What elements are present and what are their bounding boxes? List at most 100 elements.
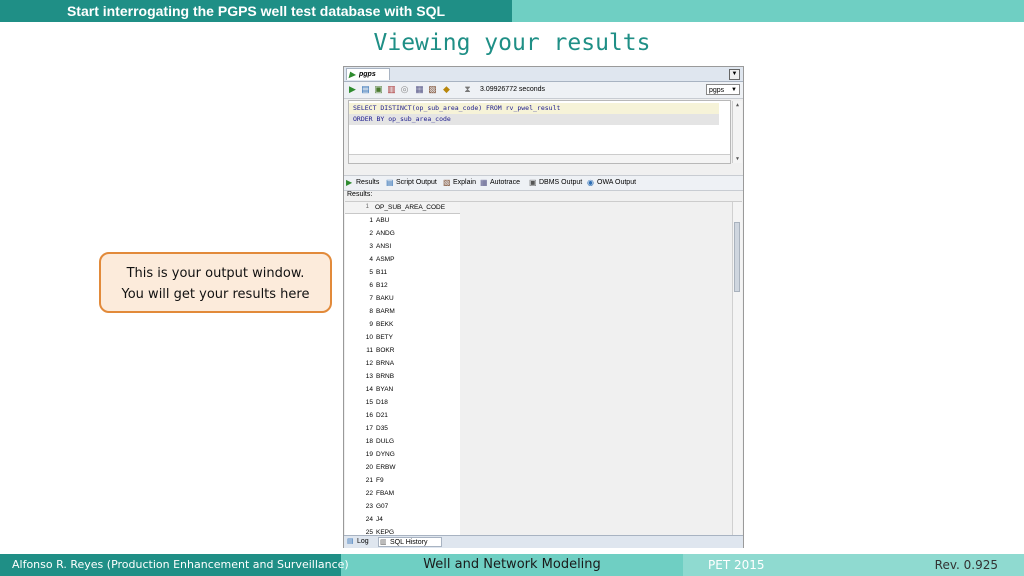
cell-op-sub-area-code[interactable]: BEKK (376, 318, 393, 331)
cell-op-sub-area-code[interactable]: BAKU (376, 292, 394, 305)
tab-results[interactable]: ▶ Results (346, 177, 379, 189)
table-row[interactable]: 9 BEKK (345, 318, 460, 331)
table-row[interactable]: 5 B11 (345, 266, 460, 279)
table-row[interactable]: 20 ERBW (345, 461, 460, 474)
cell-op-sub-area-code[interactable]: BRNA (376, 357, 394, 370)
table-row[interactable]: 23 G07 (345, 500, 460, 513)
tab-menu-button[interactable]: ▼ (729, 69, 740, 80)
cell-op-sub-area-code[interactable]: D21 (376, 409, 388, 422)
cell-op-sub-area-code[interactable]: FBAM (376, 487, 394, 500)
footer-author: Alfonso R. Reyes (Production Enhancement… (12, 558, 349, 571)
cancel-icon[interactable]: ◎ (399, 84, 410, 95)
connection-select[interactable]: pgps ▼ (706, 84, 740, 95)
table-row[interactable]: 22 FBAM (345, 487, 460, 500)
table-row[interactable]: 3 ANSI (345, 240, 460, 253)
cell-op-sub-area-code[interactable]: BETY (376, 331, 393, 344)
connection-value: pgps (709, 87, 725, 94)
row-number: 1 (369, 217, 373, 224)
tab-sql-history[interactable]: ▥ SQL History (378, 537, 442, 547)
tab-log[interactable]: ▤ Log (346, 537, 376, 547)
sql-history-icon: ▥ (380, 539, 387, 546)
cell-op-sub-area-code[interactable]: BARM (376, 305, 395, 318)
cell-op-sub-area-code[interactable]: ABU (376, 214, 389, 227)
table-row[interactable]: 16 D21 (345, 409, 460, 422)
cell-op-sub-area-code[interactable]: J4 (376, 513, 383, 526)
rollback-icon[interactable]: ▥ (386, 84, 397, 95)
sql-editor[interactable]: SELECT DISTINCT(op_sub_area_code) FROM r… (348, 100, 742, 164)
timer-icon: ⧗ (464, 84, 471, 94)
table-row[interactable]: 10 BETY (345, 331, 460, 344)
cell-op-sub-area-code[interactable]: BRNB (376, 370, 394, 383)
slide-title: Viewing your results (373, 30, 651, 56)
results-label: Results: (347, 191, 373, 198)
row-number: 4 (369, 256, 373, 263)
row-number: 12 (365, 360, 373, 367)
tab-explain[interactable]: ▧ Explain (443, 177, 476, 189)
grid-vertical-scrollbar[interactable] (732, 202, 742, 535)
cell-op-sub-area-code[interactable]: G07 (376, 500, 388, 513)
scroll-down-icon[interactable]: ▼ (733, 155, 742, 163)
row-number: 24 (365, 516, 373, 523)
table-row[interactable]: 24 J4 (345, 513, 460, 526)
sql-line-1: SELECT DISTINCT(op_sub_area_code) FROM r… (349, 103, 719, 114)
clear-icon[interactable]: ◆ (441, 84, 452, 95)
cell-op-sub-area-code[interactable]: ERBW (376, 461, 396, 474)
table-row[interactable]: 14 BYAN (345, 383, 460, 396)
tab-script-output[interactable]: ▤ Script Output (386, 177, 437, 189)
tab-autotrace[interactable]: ▦ Autotrace (480, 177, 520, 189)
callout-line-2: You will get your results here (121, 287, 310, 302)
table-row[interactable]: 11 BOKR (345, 344, 460, 357)
table-row[interactable]: 13 BRNB (345, 370, 460, 383)
cell-op-sub-area-code[interactable]: BYAN (376, 383, 393, 396)
grid-empty-area (460, 202, 732, 535)
cell-op-sub-area-code[interactable]: D18 (376, 396, 388, 409)
cell-op-sub-area-code[interactable]: BOKR (376, 344, 394, 357)
table-row[interactable]: 8 BARM (345, 305, 460, 318)
output-window-callout: This is your output window. You will get… (99, 252, 332, 313)
row-number: 11 (366, 347, 373, 354)
table-row[interactable]: 12 BRNA (345, 357, 460, 370)
table-row[interactable]: 15 D18 (345, 396, 460, 409)
explain-icon: ▧ (443, 178, 451, 187)
cell-op-sub-area-code[interactable]: F9 (376, 474, 384, 487)
editor-vertical-scrollbar[interactable]: ▲ ▼ (732, 101, 742, 163)
run-script-icon[interactable]: ▤ (360, 84, 371, 95)
cell-op-sub-area-code[interactable]: B12 (376, 279, 388, 292)
table-row[interactable]: 1 ABU (345, 214, 460, 227)
scroll-up-icon[interactable]: ▲ (733, 101, 742, 109)
worksheet-tab-label: pgps (359, 71, 376, 78)
cell-op-sub-area-code[interactable]: DULG (376, 435, 394, 448)
table-row[interactable]: 2 ANDG (345, 227, 460, 240)
tab-log-label: Log (357, 538, 369, 545)
table-row[interactable]: 4 ASMP (345, 253, 460, 266)
cell-op-sub-area-code[interactable]: B11 (376, 266, 387, 279)
autotrace-icon[interactable]: ▦ (414, 84, 425, 95)
run-statement-icon[interactable]: ▶ (347, 84, 358, 95)
cell-op-sub-area-code[interactable]: D35 (376, 422, 388, 435)
commit-icon[interactable]: ▣ (373, 84, 384, 95)
tab-dbms-output[interactable]: ▣ DBMS Output (529, 177, 582, 189)
table-row[interactable]: 7 BAKU (345, 292, 460, 305)
editor-horizontal-scrollbar[interactable] (349, 154, 730, 163)
explain-plan-icon[interactable]: ▧ (427, 84, 438, 95)
tab-explain-label: Explain (453, 179, 476, 186)
cell-op-sub-area-code[interactable]: ANSI (376, 240, 391, 253)
table-row[interactable]: 19 DYNG (345, 448, 460, 461)
table-row[interactable]: 17 D35 (345, 422, 460, 435)
cell-op-sub-area-code[interactable]: ANDG (376, 227, 395, 240)
column-header[interactable]: OP_SUB_AREA_CODE (375, 202, 445, 213)
results-grid[interactable]: 1 OP_SUB_AREA_CODE 1 ABU 2 ANDG 3 ANSI 4 ASMP 5 B… (345, 201, 742, 536)
row-number: 10 (365, 334, 373, 341)
cell-op-sub-area-code[interactable]: ASMP (376, 253, 394, 266)
table-row[interactable]: 21 F9 (345, 474, 460, 487)
row-number: 7 (369, 295, 373, 302)
banner-title: Start interrogating the PGPS well test d… (66, 3, 446, 19)
row-number: 17 (365, 425, 373, 432)
tab-owa-output[interactable]: ◉ OWA Output (587, 177, 636, 189)
cell-op-sub-area-code[interactable]: DYNG (376, 448, 395, 461)
table-row[interactable]: 18 DULG (345, 435, 460, 448)
tab-dbms-output-label: DBMS Output (539, 179, 583, 186)
table-row[interactable]: 6 B12 (345, 279, 460, 292)
scrollbar-thumb[interactable] (734, 222, 740, 292)
worksheet-tab[interactable]: ▶ pgps (346, 68, 390, 80)
